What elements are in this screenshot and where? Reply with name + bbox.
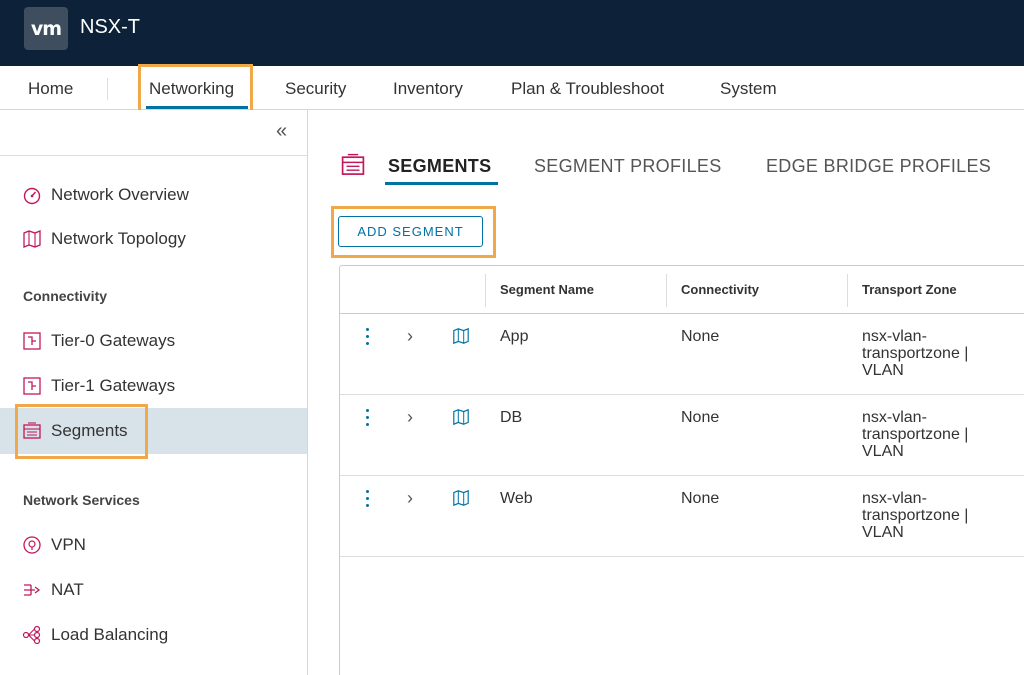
segments-highlight [15, 404, 148, 459]
tab-segment-profiles[interactable]: SEGMENT PROFILES [534, 156, 722, 177]
tier1-gateway-icon [23, 377, 41, 395]
sidebar-item-label: Tier-1 Gateways [51, 376, 176, 395]
segment-transport-zone: nsx-vlan- transportzone | VLAN [862, 328, 1012, 379]
segment-name[interactable]: Web [500, 490, 533, 507]
tab-edge-bridge-profiles[interactable]: EDGE BRIDGE PROFILES [766, 156, 991, 177]
topology-map-icon [23, 230, 41, 248]
nav-home[interactable]: Home [28, 79, 73, 99]
sidebar-item-nat[interactable]: NAT [22, 579, 84, 601]
segment-name[interactable]: DB [500, 409, 522, 426]
sidebar-divider [0, 155, 307, 156]
segments-table: Segment Name Connectivity Transport Zone… [339, 265, 1024, 675]
nat-icon [24, 584, 41, 596]
nav-divider [107, 78, 108, 100]
tier0-gateway-icon [23, 332, 41, 350]
segment-connectivity: None [681, 490, 720, 507]
sidebar-item-load-balancing[interactable]: Load Balancing [22, 624, 168, 646]
tab-segments[interactable]: SEGMENTS [388, 156, 491, 177]
vmware-logo[interactable]: vm [24, 7, 68, 50]
table-row: › App None nsx-vlan- transportzone | VLA… [340, 314, 1024, 395]
transport-zone-line: transportzone | [862, 345, 969, 362]
segment-connectivity: None [681, 409, 720, 426]
table-row: › Web None nsx-vlan- transportzone | VLA… [340, 476, 1024, 557]
table-header: Segment Name Connectivity Transport Zone [340, 266, 1024, 314]
nav-security[interactable]: Security [285, 79, 346, 99]
segment-connectivity: None [681, 328, 720, 345]
transport-zone-line: nsx-vlan- [862, 328, 927, 345]
sidebar-item-label: VPN [51, 535, 86, 554]
collapse-sidebar-icon[interactable]: « [276, 120, 287, 143]
sidebar-item-vpn[interactable]: VPN [22, 534, 86, 556]
row-actions-icon[interactable] [364, 409, 370, 429]
column-header-transport-zone[interactable]: Transport Zone [862, 282, 957, 297]
nav-plan-troubleshoot[interactable]: Plan & Troubleshoot [511, 79, 664, 99]
nav-system[interactable]: System [720, 79, 777, 99]
expand-chevron-icon[interactable]: › [407, 407, 413, 428]
segment-transport-zone: nsx-vlan- transportzone | VLAN [862, 409, 1012, 460]
sidebar-item-label: Network Overview [51, 185, 189, 204]
sidebar-item-label: Tier-0 Gateways [51, 331, 176, 350]
section-title-network-services: Network Services [23, 492, 140, 508]
app-header: vm NSX-T [0, 0, 1024, 66]
transport-zone-line: nsx-vlan- [862, 409, 927, 426]
add-segment-button[interactable]: ADD SEGMENT [338, 216, 483, 247]
column-header-segment-name[interactable]: Segment Name [500, 282, 594, 297]
transport-zone-line: VLAN [862, 362, 904, 379]
row-actions-icon[interactable] [364, 490, 370, 510]
transport-zone-line: VLAN [862, 524, 904, 541]
sidebar: « Network Overview Network Topology Conn… [0, 110, 308, 675]
sidebar-item-tier0-gateways[interactable]: Tier-0 Gateways [22, 330, 175, 352]
column-header-connectivity[interactable]: Connectivity [681, 282, 759, 297]
sidebar-item-network-overview[interactable]: Network Overview [22, 184, 189, 206]
tab-active-indicator [385, 182, 498, 185]
transport-zone-line: nsx-vlan- [862, 490, 927, 507]
sidebar-item-tier1-gateways[interactable]: Tier-1 Gateways [22, 375, 175, 397]
expand-chevron-icon[interactable]: › [407, 326, 413, 347]
sidebar-item-label: NAT [51, 580, 84, 599]
load-balancing-icon [22, 625, 41, 645]
segment-map-icon [453, 408, 469, 426]
segments-page-icon [341, 153, 365, 175]
gauge-icon [23, 187, 41, 205]
nav-inventory[interactable]: Inventory [393, 79, 463, 99]
vpn-icon [23, 536, 41, 554]
column-divider [666, 274, 667, 307]
sidebar-item-network-topology[interactable]: Network Topology [22, 228, 186, 250]
transport-zone-line: transportzone | [862, 507, 969, 524]
product-name: NSX-T [80, 16, 140, 38]
segment-name[interactable]: App [500, 328, 528, 345]
segment-map-icon [453, 489, 469, 507]
sidebar-item-label: Network Topology [51, 229, 186, 248]
expand-chevron-icon[interactable]: › [407, 488, 413, 509]
logo-text: vm [30, 17, 62, 40]
column-divider [485, 274, 486, 307]
segment-map-icon [453, 327, 469, 345]
transport-zone-line: VLAN [862, 443, 904, 460]
sidebar-item-label: Load Balancing [51, 625, 169, 644]
row-actions-icon[interactable] [364, 328, 370, 348]
table-row: › DB None nsx-vlan- transportzone | VLAN [340, 395, 1024, 476]
transport-zone-line: transportzone | [862, 426, 969, 443]
segment-transport-zone: nsx-vlan- transportzone | VLAN [862, 490, 1012, 541]
section-title-connectivity: Connectivity [23, 288, 108, 304]
column-divider [847, 274, 848, 307]
